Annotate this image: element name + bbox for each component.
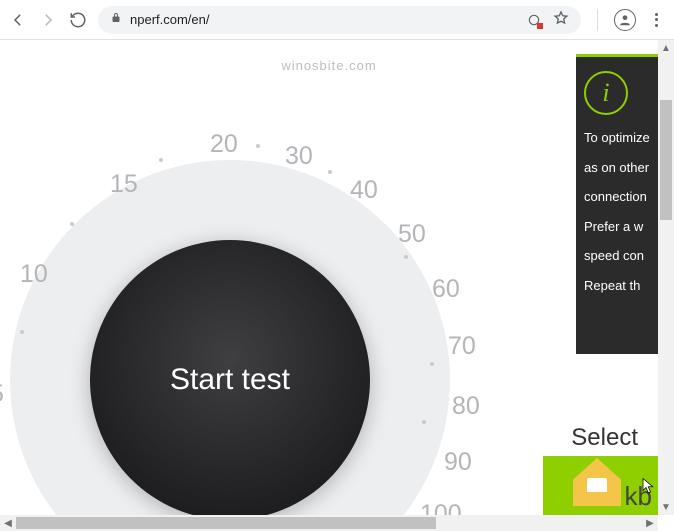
info-panel: i To optimize as on other connection Pre… <box>576 54 658 354</box>
toolbar-divider <box>597 9 598 31</box>
gauge-tick: 90 <box>444 448 472 477</box>
gauge-tick: 10 <box>20 260 48 289</box>
scroll-left-arrow[interactable]: ◀ <box>0 515 16 531</box>
profile-button[interactable] <box>614 9 636 31</box>
info-text: connection <box>584 188 650 206</box>
horizontal-scrollbar[interactable]: ◀ ▶ <box>0 515 658 531</box>
gauge-dot <box>430 362 434 366</box>
info-text: To optimize <box>584 129 650 147</box>
unit-select[interactable]: kb <box>543 456 658 516</box>
reload-button[interactable] <box>68 10 88 30</box>
url-text: nperf.com/en/ <box>130 12 210 27</box>
info-text: as on other <box>584 159 650 177</box>
gauge-tick: 80 <box>452 392 480 421</box>
page-viewport: winosbite.com 5 10 15 20 30 40 50 60 70 … <box>0 40 674 531</box>
scroll-thumb-h[interactable] <box>16 517 436 529</box>
gauge-dot <box>20 330 24 334</box>
browser-toolbar: nperf.com/en/ <box>0 0 674 40</box>
address-bar[interactable]: nperf.com/en/ <box>98 6 581 34</box>
scroll-right-arrow[interactable]: ▶ <box>642 515 658 531</box>
watermark-text: winosbite.com <box>0 58 658 73</box>
gauge-dot <box>256 144 260 148</box>
start-test-button[interactable]: Start test <box>90 240 370 520</box>
star-icon[interactable] <box>553 10 569 29</box>
page-content: winosbite.com 5 10 15 20 30 40 50 60 70 … <box>0 40 658 515</box>
gauge-tick: 5 <box>0 380 4 409</box>
info-text: speed con <box>584 247 650 265</box>
extension-icon[interactable] <box>527 13 541 27</box>
back-button[interactable] <box>8 10 28 30</box>
info-text: Repeat th <box>584 277 650 295</box>
info-icon: i <box>584 71 628 115</box>
unit-select-label: Select <box>571 424 638 452</box>
gauge-tick: 50 <box>398 220 426 249</box>
gauge-dot <box>328 170 332 174</box>
forward-button[interactable] <box>38 10 58 30</box>
gauge-dot <box>159 158 163 162</box>
gauge-tick: 60 <box>432 275 460 304</box>
start-test-label: Start test <box>170 363 290 397</box>
lock-icon <box>110 12 122 27</box>
gauge-dot <box>404 255 408 259</box>
unit-text: kb <box>625 481 652 512</box>
gauge-dot <box>422 420 426 424</box>
gauge-tick: 20 <box>210 130 238 159</box>
info-text: Prefer a w <box>584 218 650 236</box>
gauge-tick: 15 <box>110 170 138 199</box>
gauge-tick: 40 <box>350 176 378 205</box>
speed-gauge: 5 10 15 20 30 40 50 60 70 80 90 100 500 … <box>0 100 510 531</box>
menu-button[interactable] <box>646 10 666 30</box>
scroll-thumb-v[interactable] <box>660 100 672 220</box>
home-icon <box>573 458 621 506</box>
gauge-dot <box>70 222 74 226</box>
gauge-tick: 30 <box>285 142 313 171</box>
scroll-up-arrow[interactable]: ▲ <box>658 40 674 56</box>
vertical-scrollbar[interactable]: ▲ ▼ <box>658 40 674 515</box>
scroll-down-arrow[interactable]: ▼ <box>658 499 674 515</box>
gauge-tick: 70 <box>448 332 476 361</box>
